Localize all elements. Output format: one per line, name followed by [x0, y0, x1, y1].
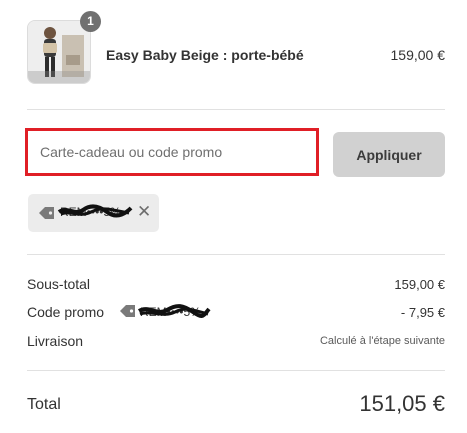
tag-icon: [120, 305, 135, 317]
product-price: 159,00 €: [390, 47, 446, 63]
promo-input-container: [25, 128, 319, 176]
divider: [27, 370, 445, 371]
product-thumbnail-wrapper: 1: [27, 11, 101, 84]
apply-promo-button[interactable]: Appliquer: [333, 132, 445, 177]
product-name: Easy Baby Beige : porte-bébé: [106, 47, 304, 63]
divider: [27, 109, 445, 110]
tag-icon: [39, 207, 54, 219]
redaction-scribble: [137, 304, 211, 318]
remove-code-button[interactable]: ✕: [137, 202, 151, 222]
promo-code-input[interactable]: [28, 131, 316, 173]
total-value: 151,05 €: [359, 391, 445, 416]
total-label: Total: [27, 396, 61, 413]
product-thumbnail: [27, 20, 91, 84]
product-photo-image: [28, 21, 90, 83]
shipping-value: Calculé à l'étape suivante: [319, 335, 445, 347]
divider: [27, 254, 445, 255]
shipping-label: Livraison: [27, 333, 84, 349]
redaction-scribble: [57, 204, 133, 218]
applied-code-chip: REM••••5% ✕: [28, 194, 159, 232]
subtotal-label: Sous-total: [27, 276, 91, 292]
promo-code-label: Code promo: [27, 304, 105, 320]
promo-discount-value: - 7,95 €: [400, 305, 445, 320]
quantity-badge: 1: [80, 11, 101, 32]
subtotal-value: 159,00 €: [394, 277, 445, 292]
